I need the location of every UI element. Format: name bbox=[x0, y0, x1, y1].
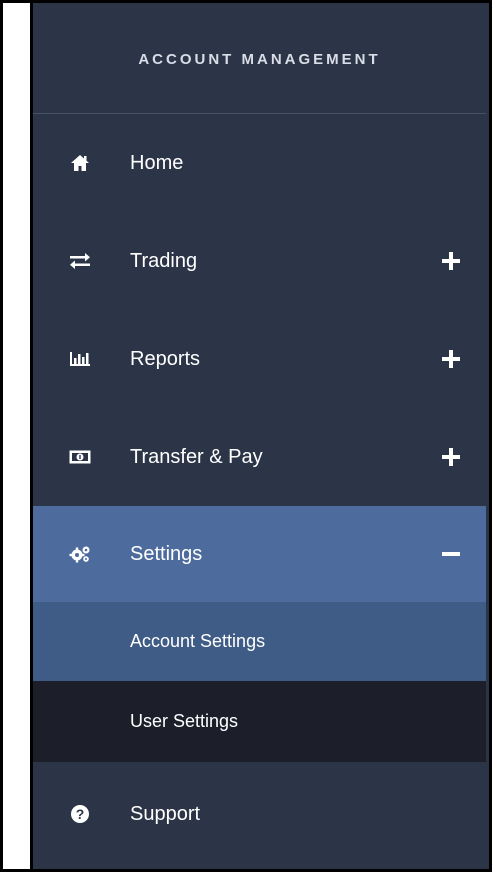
nav-label-settings: Settings bbox=[130, 542, 203, 565]
subnav-item-account-settings[interactable]: Account Settings bbox=[33, 602, 486, 681]
nav-label-support: Support bbox=[130, 802, 201, 825]
nav-item-reports[interactable]: Reports bbox=[33, 310, 486, 408]
subnav-item-user-settings[interactable]: User Settings bbox=[33, 681, 486, 762]
nav-item-home[interactable]: Home bbox=[33, 114, 486, 212]
nav-label-transfer-pay: Transfer & Pay bbox=[130, 445, 263, 468]
expand-plus-icon[interactable] bbox=[442, 448, 460, 466]
expand-plus-icon[interactable] bbox=[442, 350, 460, 368]
money-icon bbox=[69, 446, 91, 468]
svg-text:?: ? bbox=[76, 806, 85, 822]
expand-plus-icon[interactable] bbox=[442, 252, 460, 270]
window-frame: ACCOUNT MANAGEMENT Home Trading Reports … bbox=[0, 0, 492, 872]
nav-item-settings[interactable]: Settings bbox=[33, 506, 486, 602]
nav-label-home: Home bbox=[130, 151, 184, 174]
swap-arrows-icon bbox=[69, 250, 91, 272]
home-icon bbox=[69, 152, 91, 174]
subnav-label: User Settings bbox=[130, 711, 239, 731]
account-sidebar: ACCOUNT MANAGEMENT Home Trading Reports … bbox=[33, 6, 486, 869]
nav-label-trading: Trading bbox=[130, 249, 198, 272]
subnav-label: Account Settings bbox=[130, 631, 266, 651]
left-border-gap bbox=[3, 3, 33, 869]
sidebar-header: ACCOUNT MANAGEMENT bbox=[33, 6, 486, 114]
bar-chart-icon bbox=[69, 348, 91, 370]
gears-icon bbox=[69, 543, 91, 565]
nav-item-trading[interactable]: Trading bbox=[33, 212, 486, 310]
sidebar-title: ACCOUNT MANAGEMENT bbox=[138, 51, 381, 68]
nav-label-reports: Reports bbox=[130, 347, 201, 370]
nav-item-support[interactable]: ? Support bbox=[33, 762, 486, 866]
question-icon: ? bbox=[69, 803, 91, 825]
collapse-minus-icon[interactable] bbox=[442, 545, 460, 563]
nav-item-transfer-pay[interactable]: Transfer & Pay bbox=[33, 408, 486, 506]
